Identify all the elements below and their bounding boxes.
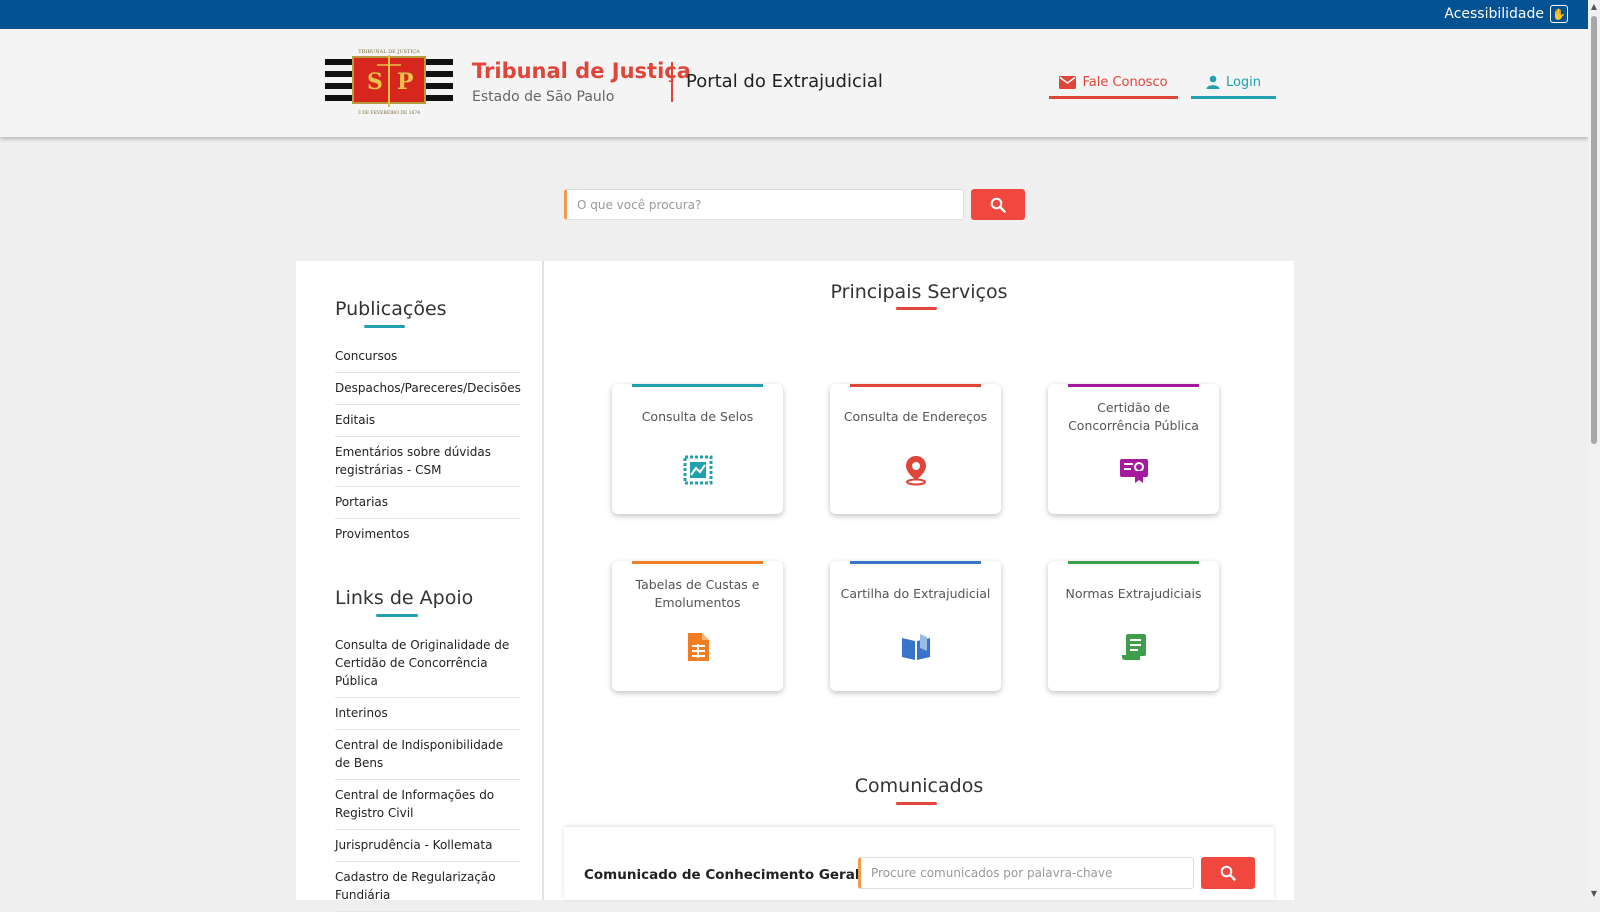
scroll-thumb[interactable] xyxy=(1591,16,1597,444)
tjsp-logo[interactable]: TRIBUNAL DE JUSTIÇA S P 3 DE FEVEREIRO D… xyxy=(325,47,453,117)
comunicado-label: Comunicado de Conhecimento Geral xyxy=(584,867,860,883)
comunicados-underline xyxy=(896,802,937,805)
service-card-tabelas-custas[interactable]: Tabelas de Custas e Emolumentos xyxy=(612,561,783,691)
open-book-icon xyxy=(902,634,930,660)
service-card-consulta-selos[interactable]: Consulta de Selos xyxy=(612,384,783,514)
search-button[interactable] xyxy=(971,189,1025,220)
service-card-label: Normas Extrajudiciais xyxy=(1065,586,1202,601)
sidebar-item-registro-civil[interactable]: Central de Informações do Registro Civil xyxy=(335,780,520,830)
accessibility-link[interactable]: Acessibilidade ✋ xyxy=(1444,5,1568,23)
service-card-label: Certidão de Concorrência Pública xyxy=(1068,400,1199,433)
user-icon xyxy=(1206,75,1220,89)
search-input[interactable] xyxy=(564,189,964,220)
links-apoio-title: Links de Apoio xyxy=(335,587,474,609)
sidebar-item-regularizacao[interactable]: Cadastro de Regularização Fundiária xyxy=(335,862,520,912)
sidebar-item-editais[interactable]: Editais xyxy=(335,405,520,437)
card-accent-bar xyxy=(1068,561,1199,564)
contact-label: Fale Conosco xyxy=(1082,74,1168,90)
service-card-label: Tabelas de Custas e Emolumentos xyxy=(635,577,760,610)
brand-title: Tribunal de Justiça xyxy=(472,59,691,83)
login-label: Login xyxy=(1225,74,1262,90)
hand-icon: ✋ xyxy=(1550,5,1568,23)
scroll-down-arrow-icon[interactable]: ▼ xyxy=(1589,889,1599,898)
document-scroll-icon xyxy=(1122,634,1146,660)
service-card-certidao-concorrencia[interactable]: Certidão de Concorrência Pública xyxy=(1048,384,1219,514)
services-underline xyxy=(896,307,937,310)
portal-title: Portal do Extrajudicial xyxy=(686,71,883,92)
logo-top-text: TRIBUNAL DE JUSTIÇA xyxy=(358,49,420,55)
sidebar-item-ementarios[interactable]: Ementários sobre dúvidas registrárias - … xyxy=(335,437,520,487)
sidebar-item-indisponibilidade[interactable]: Central de Indisponibilidade de Bens xyxy=(335,730,520,780)
links-apoio-underline xyxy=(376,614,418,617)
sidebar-item-provimentos[interactable]: Provimentos xyxy=(335,519,520,550)
spreadsheet-icon xyxy=(688,633,709,661)
accessibility-bar: Acessibilidade ✋ xyxy=(0,0,1588,29)
search-icon xyxy=(990,197,1006,213)
services-title: Principais Serviços xyxy=(830,281,1008,303)
sidebar-item-portarias[interactable]: Portarias xyxy=(335,487,520,519)
service-card-consulta-enderecos[interactable]: Consulta de Endereços xyxy=(830,384,1001,514)
certificate-icon xyxy=(1120,459,1148,483)
comunicado-panel: Comunicado de Conhecimento Geral xyxy=(564,827,1274,900)
service-card-label: Consulta de Selos xyxy=(641,409,754,424)
site-header: TRIBUNAL DE JUSTIÇA S P 3 DE FEVEREIRO D… xyxy=(0,29,1588,137)
scroll-up-arrow-icon[interactable]: ▲ xyxy=(1589,2,1599,11)
publicacoes-underline xyxy=(364,325,405,328)
sidebar-item-originalidade[interactable]: Consulta de Originalidade de Certidão de… xyxy=(335,630,520,698)
login-button[interactable]: Login xyxy=(1191,68,1276,99)
sidebar-item-despachos[interactable]: Despachos/Pareceres/Decisões xyxy=(335,373,521,405)
brand-divider xyxy=(671,62,673,102)
stamp-icon xyxy=(683,455,713,485)
comunicados-search-input[interactable] xyxy=(858,857,1194,889)
page-scrollbar[interactable]: ▲ ▼ xyxy=(1588,0,1600,900)
service-card-normas[interactable]: Normas Extrajudiciais xyxy=(1048,561,1219,691)
site-search xyxy=(564,189,1026,221)
sidebar-item-kollemata[interactable]: Jurisprudência - Kollemata xyxy=(335,830,520,862)
logo-letter-s: S xyxy=(367,69,383,95)
publicacoes-list: Concursos Despachos/Pareceres/Decisões E… xyxy=(335,341,521,550)
search-icon xyxy=(1220,865,1236,881)
contact-button[interactable]: Fale Conosco xyxy=(1049,68,1178,99)
accessibility-label: Acessibilidade xyxy=(1444,6,1544,22)
comunicados-title: Comunicados xyxy=(854,775,984,797)
service-card-cartilha[interactable]: Cartilha do Extrajudicial xyxy=(830,561,1001,691)
comunicados-search-button[interactable] xyxy=(1201,857,1255,889)
publicacoes-title: Publicações xyxy=(335,298,447,320)
mail-icon xyxy=(1059,75,1077,89)
service-card-label: Cartilha do Extrajudicial xyxy=(840,586,991,601)
card-accent-bar xyxy=(632,561,763,564)
links-apoio-list: Consulta de Originalidade de Certidão de… xyxy=(335,630,520,912)
service-card-label: Consulta de Endereços xyxy=(843,409,988,424)
brand-subtitle: Estado de São Paulo xyxy=(472,89,615,105)
logo-bottom-text: 3 DE FEVEREIRO DE 1874 xyxy=(358,110,420,116)
content-container: Publicações Concursos Despachos/Parecere… xyxy=(296,261,1294,912)
card-accent-bar xyxy=(850,384,981,387)
map-pin-icon xyxy=(906,456,926,486)
sidebar-item-interinos[interactable]: Interinos xyxy=(335,698,520,730)
card-accent-bar xyxy=(850,561,981,564)
logo-letter-p: P xyxy=(397,69,414,95)
card-accent-bar xyxy=(1068,384,1199,387)
sidebar: Publicações Concursos Despachos/Parecere… xyxy=(296,261,544,912)
card-accent-bar xyxy=(632,384,763,387)
sidebar-item-concursos[interactable]: Concursos xyxy=(335,341,520,373)
main-content: Principais Serviços Consulta de Selos Co… xyxy=(544,261,1294,900)
